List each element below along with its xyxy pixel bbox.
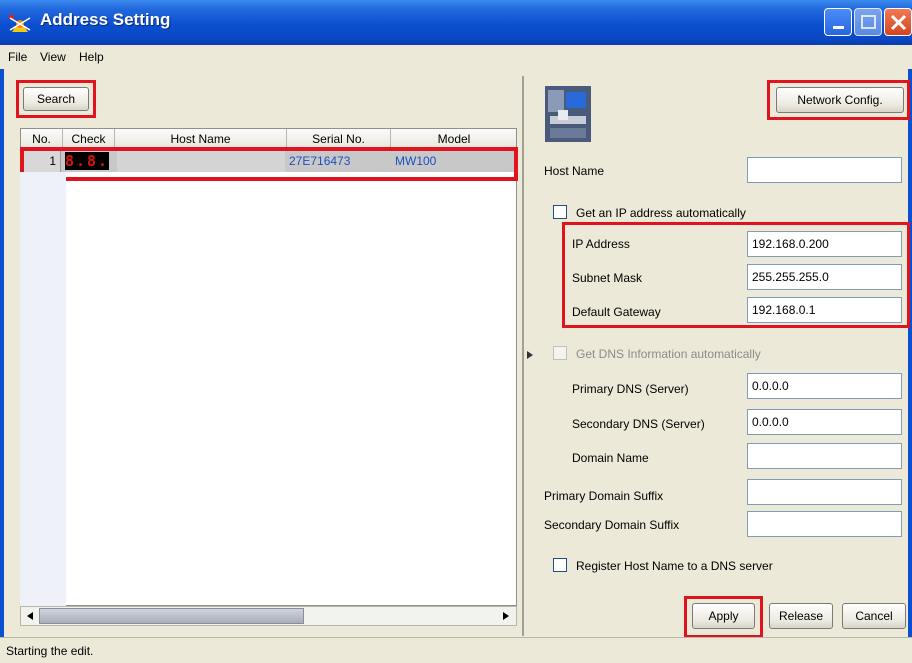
primary-dns-label: Primary DNS (Server): [572, 382, 689, 396]
default-gateway-label: Default Gateway: [572, 305, 661, 319]
network-config-button[interactable]: Network Config.: [776, 87, 904, 113]
maximize-button: [854, 8, 882, 36]
secondary-dns-label: Secondary DNS (Server): [572, 417, 705, 431]
domain-name-label: Domain Name: [572, 451, 649, 465]
splitter-line: [522, 76, 524, 636]
app-icon: [9, 15, 31, 32]
scrollbar-thumb[interactable]: [39, 608, 304, 624]
auto-dns-checkbox: [553, 346, 567, 360]
menu-help[interactable]: Help: [79, 50, 104, 64]
status-text: Starting the edit.: [6, 644, 94, 658]
secondary-dns-field[interactable]: 0.0.0.0: [747, 409, 902, 435]
window-title: Address Setting: [40, 10, 171, 29]
column-header-model[interactable]: Model: [391, 129, 516, 149]
menu-view[interactable]: View: [40, 50, 66, 64]
column-header-no[interactable]: No.: [21, 129, 63, 149]
release-button[interactable]: Release: [769, 603, 833, 629]
scroll-left-icon[interactable]: [23, 609, 37, 623]
primary-dns-field[interactable]: 0.0.0.0: [747, 373, 902, 399]
menu-file[interactable]: File: [8, 50, 27, 64]
splitter-arrow-icon[interactable]: [525, 348, 535, 362]
secondary-suffix-field[interactable]: [747, 511, 902, 537]
subnet-mask-field[interactable]: 255.255.255.0: [747, 264, 902, 290]
table-stripe: [20, 172, 66, 606]
close-icon: [890, 14, 907, 31]
panel-splitter[interactable]: [522, 76, 538, 636]
ip-address-label: IP Address: [572, 237, 630, 251]
scroll-right-icon[interactable]: [499, 609, 513, 623]
column-header-host-name[interactable]: Host Name: [115, 129, 287, 149]
host-name-label: Host Name: [544, 164, 605, 178]
search-button[interactable]: Search: [23, 87, 89, 111]
domain-name-field[interactable]: [747, 443, 902, 469]
auto-ip-label: Get an IP address automatically: [576, 206, 746, 220]
primary-suffix-label: Primary Domain Suffix: [544, 489, 664, 503]
row-highlight: [20, 147, 518, 181]
default-gateway-field[interactable]: 192.168.0.1: [747, 297, 902, 323]
column-header-serial[interactable]: Serial No.: [287, 129, 391, 149]
device-image-icon: [545, 86, 591, 142]
title-bar: Address Setting: [0, 0, 912, 45]
primary-suffix-field[interactable]: [747, 479, 902, 505]
minimize-button[interactable]: [824, 8, 852, 36]
maximize-icon: [861, 15, 876, 29]
ip-address-field[interactable]: 192.168.0.200: [747, 231, 902, 257]
minimize-icon: [833, 26, 844, 29]
subnet-mask-label: Subnet Mask: [572, 271, 643, 285]
auto-dns-label: Get DNS Information automatically: [576, 347, 761, 361]
register-host-checkbox[interactable]: [553, 558, 567, 572]
device-table: No. Check Host Name Serial No. Model 1 8…: [20, 128, 517, 606]
host-name-field[interactable]: [747, 157, 902, 183]
status-bar: Starting the edit.: [0, 637, 912, 663]
cancel-button[interactable]: Cancel: [842, 603, 906, 629]
apply-button[interactable]: Apply: [692, 603, 755, 629]
column-header-check[interactable]: Check: [63, 129, 115, 149]
register-host-label: Register Host Name to a DNS server: [576, 559, 773, 573]
auto-ip-checkbox[interactable]: [553, 205, 567, 219]
window-frame-left: [0, 45, 4, 663]
menu-bar: File View Help: [0, 45, 912, 69]
horizontal-scrollbar[interactable]: [20, 606, 517, 626]
close-button[interactable]: [884, 8, 912, 36]
secondary-suffix-label: Secondary Domain Suffix: [544, 518, 680, 532]
